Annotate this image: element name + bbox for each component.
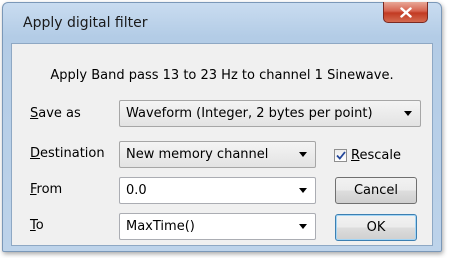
destination-dropdown[interactable]: New memory channel (119, 141, 316, 168)
save-as-dropdown[interactable]: Waveform (Integer, 2 bytes per point) (119, 100, 421, 127)
from-combo[interactable]: 0.0 (119, 177, 316, 204)
destination-label-mnemonic: D (30, 146, 41, 161)
dialog-window: Apply digital filter Apply Band pass 13 … (2, 2, 442, 252)
chevron-down-icon (299, 224, 307, 229)
close-button[interactable] (383, 2, 428, 23)
save-as-label-text: ave as (38, 106, 81, 121)
from-label-text: rom (36, 182, 63, 197)
to-combo[interactable]: MaxTime() (119, 213, 316, 240)
ok-button[interactable]: OK (335, 214, 417, 241)
from-value: 0.0 (126, 183, 147, 198)
destination-label: Destination (30, 146, 105, 161)
checkmark-icon (335, 151, 346, 160)
rescale-label: Rescale (351, 148, 401, 163)
save-as-label: Save as (30, 106, 81, 121)
from-label: From (30, 182, 62, 197)
cancel-button[interactable]: Cancel (335, 177, 417, 204)
close-x-icon (399, 6, 412, 18)
dialog-body: Apply Band pass 13 to 23 Hz to channel 1… (11, 43, 433, 246)
to-value: MaxTime() (126, 219, 195, 234)
filter-message: Apply Band pass 13 to 23 Hz to channel 1… (50, 68, 394, 83)
dialog-title: Apply digital filter (23, 15, 148, 31)
to-label: To (30, 218, 44, 233)
chevron-down-icon (299, 188, 307, 193)
chevron-down-icon (404, 111, 412, 116)
chevron-down-icon (299, 152, 307, 157)
to-label-text: o (35, 218, 44, 233)
destination-label-text: estination (40, 146, 105, 161)
rescale-label-text: escale (359, 148, 401, 163)
save-as-value: Waveform (Integer, 2 bytes per point) (126, 106, 373, 121)
destination-value: New memory channel (126, 147, 269, 162)
rescale-checkbox[interactable]: Rescale (334, 148, 401, 163)
rescale-checkbox-box[interactable] (334, 149, 347, 162)
